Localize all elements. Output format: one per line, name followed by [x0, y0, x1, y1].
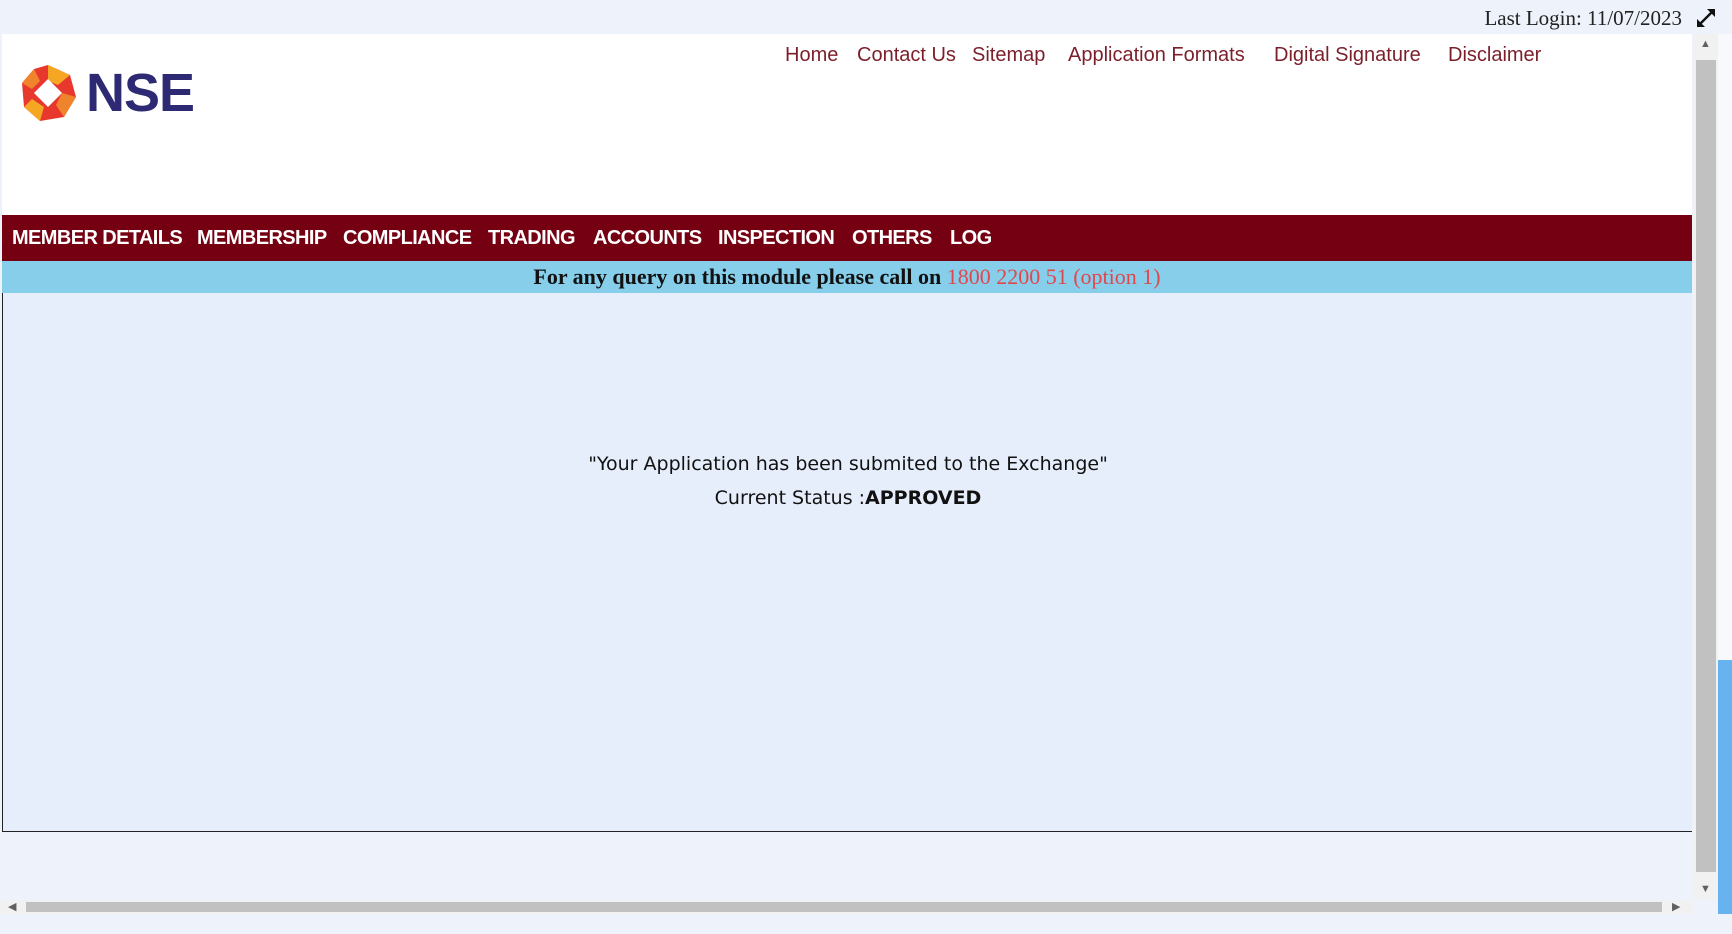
page-container: NSE Home Contact Us Sitemap Application …: [2, 34, 1692, 934]
window-edge-accent: [1718, 660, 1732, 914]
link-digital-signature[interactable]: Digital Signature: [1274, 44, 1421, 67]
footer-area: [2, 832, 1692, 934]
nav-membership[interactable]: MEMBERSHIP: [197, 227, 327, 250]
status-value: APPROVED: [865, 487, 982, 509]
link-contact-us[interactable]: Contact Us: [857, 44, 956, 67]
vertical-scrollbar[interactable]: ▲ ▼: [1694, 34, 1718, 900]
main-nav: MEMBER DETAILS MEMBERSHIP COMPLIANCE TRA…: [2, 215, 1692, 261]
query-phone: 1800 2200 51 (option 1): [946, 264, 1161, 289]
nav-member-details[interactable]: MEMBER DETAILS: [12, 227, 183, 250]
query-text: For any query on this module please call…: [533, 264, 942, 289]
link-sitemap[interactable]: Sitemap: [972, 44, 1045, 67]
status-label: Current Status :: [714, 487, 866, 509]
submission-message: "Your Application has been submited to t…: [588, 453, 1108, 475]
link-application-formats[interactable]: Application Formats: [1068, 44, 1245, 67]
nav-log[interactable]: LOG: [950, 227, 992, 250]
link-disclaimer[interactable]: Disclaimer: [1448, 44, 1541, 67]
link-home[interactable]: Home: [785, 44, 838, 67]
scroll-right-arrow-icon[interactable]: ▶: [1672, 900, 1680, 913]
nav-compliance[interactable]: COMPLIANCE: [343, 227, 472, 250]
scroll-down-arrow-icon[interactable]: ▼: [1700, 883, 1711, 895]
last-login-text: Last Login: 11/07/2023: [1484, 6, 1682, 30]
status-line: Current Status :APPROVED: [3, 487, 1693, 509]
query-banner: For any query on this module please call…: [2, 261, 1692, 294]
vertical-scroll-thumb[interactable]: [1696, 60, 1716, 872]
scroll-up-arrow-icon[interactable]: ▲: [1700, 38, 1711, 50]
top-bar: Last Login: 11/07/2023: [0, 0, 1732, 34]
scroll-left-arrow-icon[interactable]: ◀: [8, 900, 16, 913]
top-links: Home Contact Us Sitemap Application Form…: [2, 44, 1692, 74]
content-panel: "Your Application has been submited to t…: [2, 293, 1692, 832]
nav-trading[interactable]: TRADING: [488, 227, 576, 250]
horizontal-scrollbar[interactable]: ◀ ▶: [0, 900, 1694, 914]
nav-inspection[interactable]: INSPECTION: [718, 227, 835, 250]
nav-others[interactable]: OTHERS: [852, 227, 932, 250]
horizontal-scroll-thumb[interactable]: [26, 902, 1662, 912]
expand-arrows-icon[interactable]: [1694, 6, 1718, 30]
nav-accounts[interactable]: ACCOUNTS: [593, 227, 702, 250]
